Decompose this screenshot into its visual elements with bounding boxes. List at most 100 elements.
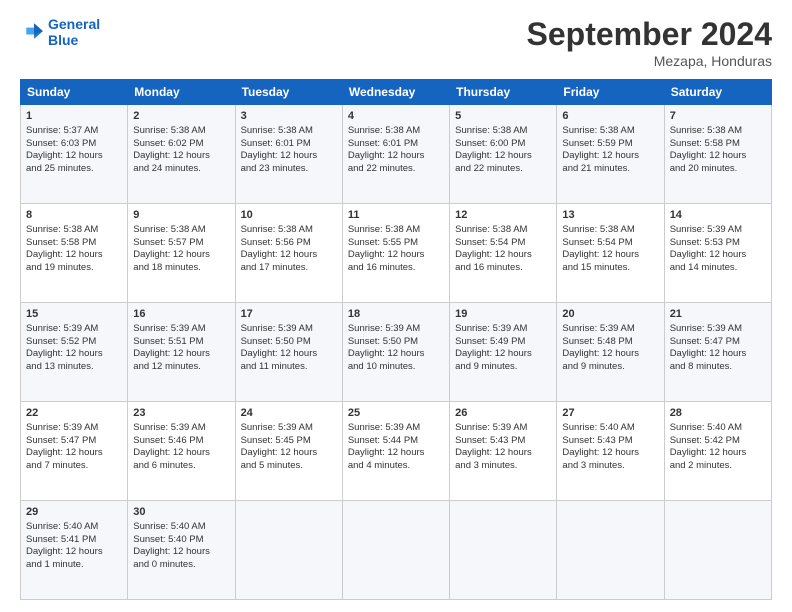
day-number: 8 xyxy=(26,208,122,223)
day-number: 12 xyxy=(455,208,551,223)
calendar-cell: 28Sunrise: 5:40 AMSunset: 5:42 PMDayligh… xyxy=(664,402,771,501)
calendar-cell xyxy=(342,501,449,600)
logo-text: General xyxy=(48,16,100,32)
col-monday: Monday xyxy=(128,80,235,105)
calendar-cell: 13Sunrise: 5:38 AMSunset: 5:54 PMDayligh… xyxy=(557,204,664,303)
day-number: 6 xyxy=(562,109,658,124)
day-number: 2 xyxy=(133,109,229,124)
cell-info: Sunrise: 5:38 AMSunset: 6:01 PMDaylight:… xyxy=(348,125,444,176)
day-number: 13 xyxy=(562,208,658,223)
cell-info: Sunrise: 5:39 AMSunset: 5:43 PMDaylight:… xyxy=(455,422,551,473)
col-wednesday: Wednesday xyxy=(342,80,449,105)
day-number: 10 xyxy=(241,208,337,223)
calendar-cell xyxy=(664,501,771,600)
calendar-cell: 23Sunrise: 5:39 AMSunset: 5:46 PMDayligh… xyxy=(128,402,235,501)
day-number: 25 xyxy=(348,406,444,421)
cell-info: Sunrise: 5:38 AMSunset: 5:56 PMDaylight:… xyxy=(241,224,337,275)
calendar-cell: 7Sunrise: 5:38 AMSunset: 5:58 PMDaylight… xyxy=(664,105,771,204)
calendar-cell: 5Sunrise: 5:38 AMSunset: 6:00 PMDaylight… xyxy=(450,105,557,204)
cell-info: Sunrise: 5:39 AMSunset: 5:50 PMDaylight:… xyxy=(348,323,444,374)
cell-info: Sunrise: 5:39 AMSunset: 5:45 PMDaylight:… xyxy=(241,422,337,473)
day-number: 17 xyxy=(241,307,337,322)
cell-info: Sunrise: 5:39 AMSunset: 5:53 PMDaylight:… xyxy=(670,224,766,275)
day-number: 7 xyxy=(670,109,766,124)
col-tuesday: Tuesday xyxy=(235,80,342,105)
calendar-cell: 3Sunrise: 5:38 AMSunset: 6:01 PMDaylight… xyxy=(235,105,342,204)
calendar-week-row: 22Sunrise: 5:39 AMSunset: 5:47 PMDayligh… xyxy=(21,402,772,501)
cell-info: Sunrise: 5:39 AMSunset: 5:50 PMDaylight:… xyxy=(241,323,337,374)
calendar-cell: 16Sunrise: 5:39 AMSunset: 5:51 PMDayligh… xyxy=(128,303,235,402)
col-thursday: Thursday xyxy=(450,80,557,105)
calendar-cell: 11Sunrise: 5:38 AMSunset: 5:55 PMDayligh… xyxy=(342,204,449,303)
calendar-cell xyxy=(557,501,664,600)
cell-info: Sunrise: 5:39 AMSunset: 5:52 PMDaylight:… xyxy=(26,323,122,374)
calendar-cell: 12Sunrise: 5:38 AMSunset: 5:54 PMDayligh… xyxy=(450,204,557,303)
calendar-week-row: 8Sunrise: 5:38 AMSunset: 5:58 PMDaylight… xyxy=(21,204,772,303)
cell-info: Sunrise: 5:38 AMSunset: 5:54 PMDaylight:… xyxy=(562,224,658,275)
cell-info: Sunrise: 5:39 AMSunset: 5:47 PMDaylight:… xyxy=(26,422,122,473)
col-friday: Friday xyxy=(557,80,664,105)
day-number: 14 xyxy=(670,208,766,223)
calendar-cell: 29Sunrise: 5:40 AMSunset: 5:41 PMDayligh… xyxy=(21,501,128,600)
cell-info: Sunrise: 5:39 AMSunset: 5:49 PMDaylight:… xyxy=(455,323,551,374)
calendar-cell: 6Sunrise: 5:38 AMSunset: 5:59 PMDaylight… xyxy=(557,105,664,204)
cell-info: Sunrise: 5:38 AMSunset: 5:59 PMDaylight:… xyxy=(562,125,658,176)
calendar-cell: 2Sunrise: 5:38 AMSunset: 6:02 PMDaylight… xyxy=(128,105,235,204)
cell-info: Sunrise: 5:38 AMSunset: 6:01 PMDaylight:… xyxy=(241,125,337,176)
calendar-week-row: 15Sunrise: 5:39 AMSunset: 5:52 PMDayligh… xyxy=(21,303,772,402)
month-title: September 2024 xyxy=(527,16,772,53)
calendar-cell: 20Sunrise: 5:39 AMSunset: 5:48 PMDayligh… xyxy=(557,303,664,402)
day-number: 30 xyxy=(133,505,229,520)
day-number: 29 xyxy=(26,505,122,520)
calendar-week-row: 29Sunrise: 5:40 AMSunset: 5:41 PMDayligh… xyxy=(21,501,772,600)
calendar-cell xyxy=(235,501,342,600)
cell-info: Sunrise: 5:39 AMSunset: 5:44 PMDaylight:… xyxy=(348,422,444,473)
calendar-cell: 25Sunrise: 5:39 AMSunset: 5:44 PMDayligh… xyxy=(342,402,449,501)
day-number: 4 xyxy=(348,109,444,124)
day-number: 19 xyxy=(455,307,551,322)
calendar-cell: 15Sunrise: 5:39 AMSunset: 5:52 PMDayligh… xyxy=(21,303,128,402)
calendar-cell: 22Sunrise: 5:39 AMSunset: 5:47 PMDayligh… xyxy=(21,402,128,501)
calendar-header-row: Sunday Monday Tuesday Wednesday Thursday… xyxy=(21,80,772,105)
logo-text2: Blue xyxy=(48,32,100,48)
calendar-cell: 17Sunrise: 5:39 AMSunset: 5:50 PMDayligh… xyxy=(235,303,342,402)
location: Mezapa, Honduras xyxy=(527,53,772,69)
cell-info: Sunrise: 5:39 AMSunset: 5:48 PMDaylight:… xyxy=(562,323,658,374)
calendar-cell: 14Sunrise: 5:39 AMSunset: 5:53 PMDayligh… xyxy=(664,204,771,303)
calendar-cell: 10Sunrise: 5:38 AMSunset: 5:56 PMDayligh… xyxy=(235,204,342,303)
cell-info: Sunrise: 5:39 AMSunset: 5:51 PMDaylight:… xyxy=(133,323,229,374)
cell-info: Sunrise: 5:40 AMSunset: 5:41 PMDaylight:… xyxy=(26,521,122,572)
calendar-cell: 21Sunrise: 5:39 AMSunset: 5:47 PMDayligh… xyxy=(664,303,771,402)
cell-info: Sunrise: 5:39 AMSunset: 5:46 PMDaylight:… xyxy=(133,422,229,473)
day-number: 21 xyxy=(670,307,766,322)
day-number: 15 xyxy=(26,307,122,322)
cell-info: Sunrise: 5:38 AMSunset: 5:55 PMDaylight:… xyxy=(348,224,444,275)
cell-info: Sunrise: 5:40 AMSunset: 5:40 PMDaylight:… xyxy=(133,521,229,572)
day-number: 22 xyxy=(26,406,122,421)
calendar-cell: 4Sunrise: 5:38 AMSunset: 6:01 PMDaylight… xyxy=(342,105,449,204)
cell-info: Sunrise: 5:40 AMSunset: 5:43 PMDaylight:… xyxy=(562,422,658,473)
logo-icon xyxy=(22,19,44,41)
day-number: 11 xyxy=(348,208,444,223)
calendar-cell: 30Sunrise: 5:40 AMSunset: 5:40 PMDayligh… xyxy=(128,501,235,600)
day-number: 28 xyxy=(670,406,766,421)
day-number: 16 xyxy=(133,307,229,322)
day-number: 23 xyxy=(133,406,229,421)
day-number: 18 xyxy=(348,307,444,322)
calendar-cell: 1Sunrise: 5:37 AMSunset: 6:03 PMDaylight… xyxy=(21,105,128,204)
day-number: 3 xyxy=(241,109,337,124)
day-number: 27 xyxy=(562,406,658,421)
day-number: 5 xyxy=(455,109,551,124)
cell-info: Sunrise: 5:38 AMSunset: 6:02 PMDaylight:… xyxy=(133,125,229,176)
day-number: 20 xyxy=(562,307,658,322)
calendar-cell: 26Sunrise: 5:39 AMSunset: 5:43 PMDayligh… xyxy=(450,402,557,501)
page: General Blue September 2024 Mezapa, Hond… xyxy=(0,0,792,612)
cell-info: Sunrise: 5:38 AMSunset: 5:58 PMDaylight:… xyxy=(670,125,766,176)
cell-info: Sunrise: 5:38 AMSunset: 6:00 PMDaylight:… xyxy=(455,125,551,176)
calendar-cell: 18Sunrise: 5:39 AMSunset: 5:50 PMDayligh… xyxy=(342,303,449,402)
calendar-cell xyxy=(450,501,557,600)
calendar-week-row: 1Sunrise: 5:37 AMSunset: 6:03 PMDaylight… xyxy=(21,105,772,204)
calendar-table: Sunday Monday Tuesday Wednesday Thursday… xyxy=(20,79,772,600)
calendar-cell: 8Sunrise: 5:38 AMSunset: 5:58 PMDaylight… xyxy=(21,204,128,303)
col-sunday: Sunday xyxy=(21,80,128,105)
